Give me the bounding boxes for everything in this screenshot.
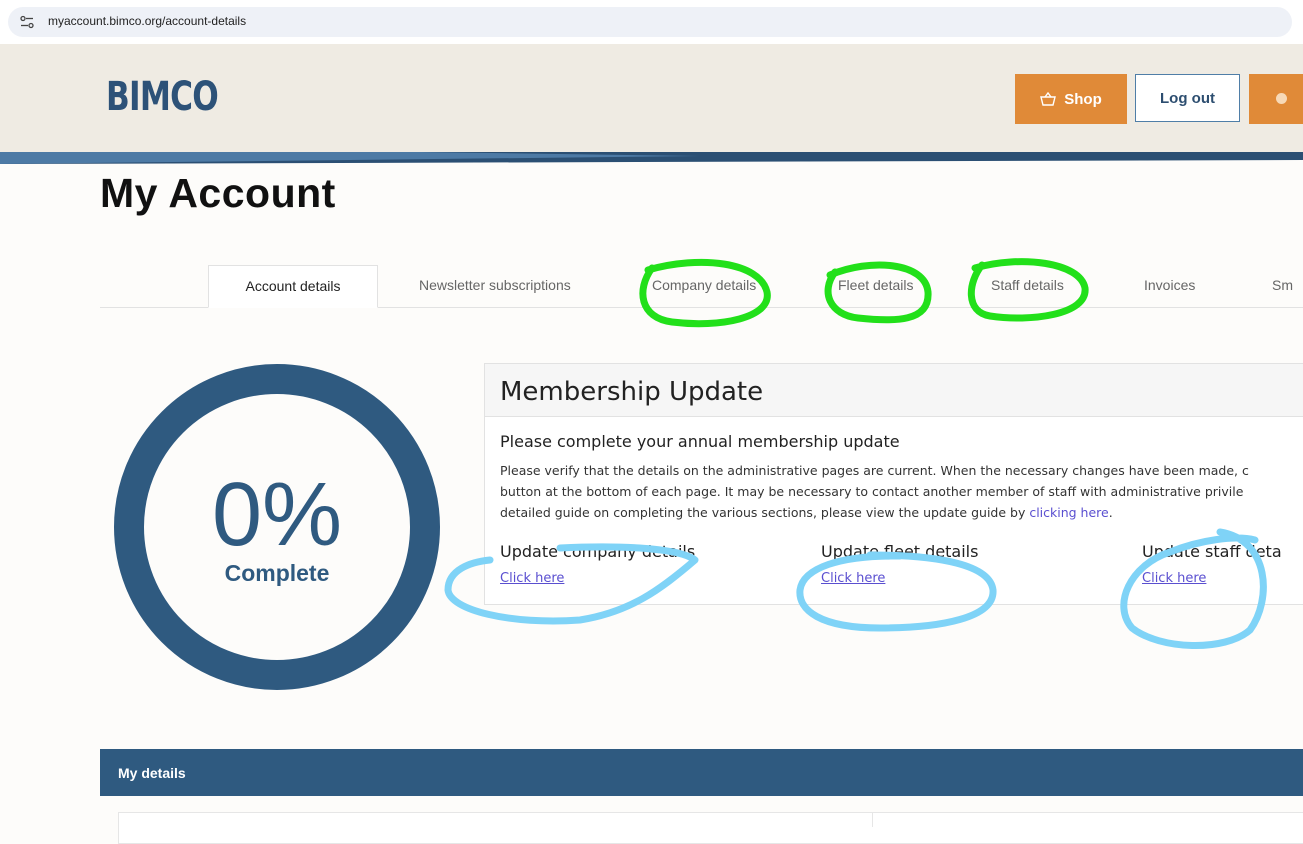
shop-button[interactable]: Shop <box>1015 74 1127 124</box>
user-icon <box>1276 93 1287 104</box>
my-details-panel <box>118 812 1303 844</box>
update-staff-link[interactable]: Click here <box>1142 571 1206 586</box>
update-company-link[interactable]: Click here <box>500 571 564 586</box>
card-subtitle: Please complete your annual membership u… <box>500 432 900 451</box>
update-company-heading: Update company details <box>500 542 696 561</box>
page-title: My Account <box>100 170 336 216</box>
update-guide-link[interactable]: clicking here <box>1029 505 1108 520</box>
body-line-end: . <box>1108 505 1113 520</box>
shop-label: Shop <box>1064 90 1102 108</box>
body-line-text: detailed guide on completing the various… <box>500 505 1030 520</box>
my-details-header: My details <box>100 749 1303 796</box>
site-header: BIMCO Shop Log out <box>0 44 1303 158</box>
logout-button[interactable]: Log out <box>1135 74 1240 122</box>
update-staff-heading: Update staff deta <box>1142 542 1282 561</box>
account-menu-button[interactable] <box>1249 74 1303 124</box>
browser-address-bar: myaccount.bimco.org/account-details <box>0 0 1303 44</box>
card-body: Please verify that the details on the ad… <box>500 460 1303 523</box>
progress-percent: 0% <box>211 465 343 565</box>
my-details-title: My details <box>118 765 186 781</box>
body-line: Please verify that the details on the ad… <box>500 463 1249 478</box>
body-line: detailed guide on completing the various… <box>500 502 1303 523</box>
url-text[interactable]: myaccount.bimco.org/account-details <box>48 14 246 28</box>
membership-update-card: Membership Update Please complete your a… <box>484 363 1303 605</box>
tab-staff-details[interactable]: Staff details <box>991 265 1064 306</box>
tab-account-details[interactable]: Account details <box>208 265 378 308</box>
update-fleet-link[interactable]: Click here <box>821 571 885 586</box>
account-tabs: Account details Newsletter subscriptions… <box>100 265 1303 308</box>
bimco-logo[interactable]: BIMCO <box>106 74 219 120</box>
progress-label: Complete <box>224 560 330 586</box>
card-header: Membership Update <box>485 364 1303 417</box>
body-line: button at the bottom of each page. It ma… <box>500 484 1244 499</box>
card-title: Membership Update <box>500 377 764 407</box>
my-details-divider <box>872 812 873 827</box>
tab-newsletter-subscriptions[interactable]: Newsletter subscriptions <box>419 265 571 306</box>
tab-fleet-details[interactable]: Fleet details <box>838 265 913 306</box>
tab-company-details[interactable]: Company details <box>652 265 756 306</box>
tab-invoices[interactable]: Invoices <box>1144 265 1195 306</box>
header-stripe <box>0 152 1303 164</box>
logo-text: BIMCO <box>106 74 219 120</box>
site-settings-icon[interactable] <box>20 15 34 29</box>
tab-more[interactable]: Sm <box>1272 265 1293 306</box>
basket-icon <box>1040 92 1057 106</box>
update-fleet-heading: Update fleet details <box>821 542 979 561</box>
